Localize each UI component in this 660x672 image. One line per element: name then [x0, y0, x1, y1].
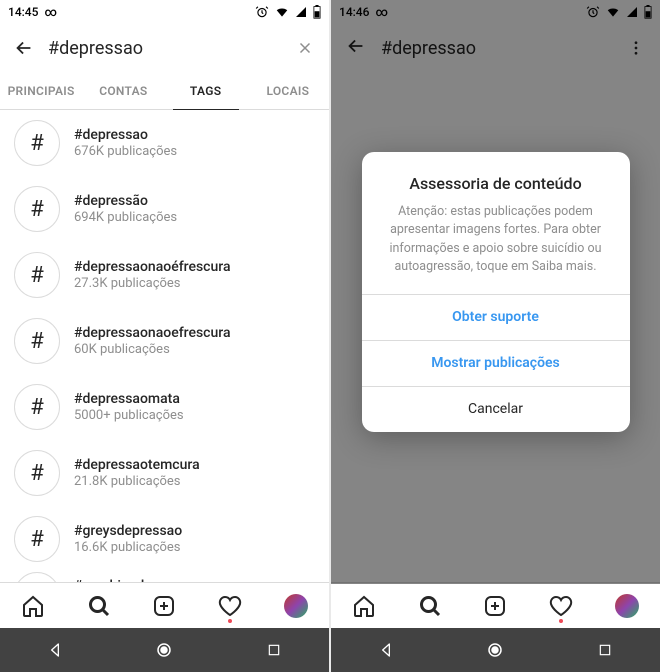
result-count: 21.8K publicações — [74, 474, 200, 489]
results-list[interactable]: # #depressao 676K publicações # #depress… — [0, 110, 329, 582]
avatar — [284, 594, 308, 618]
tab-tags[interactable]: TAGS — [165, 72, 247, 109]
result-tag: #depressao — [74, 127, 177, 143]
search-button[interactable] — [86, 593, 112, 619]
phone-screenshot-left: 14:45 ∞ #depressao PRINCI — [0, 0, 329, 672]
android-recent-button[interactable] — [264, 640, 284, 660]
result-count: 16.6K publicações — [74, 540, 182, 555]
profile-button[interactable] — [283, 593, 309, 619]
result-tag: #depressaonaoéfrescura — [74, 259, 231, 275]
list-item[interactable]: # #depressao 676K publicações — [0, 110, 329, 176]
home-button[interactable] — [20, 593, 46, 619]
search-button[interactable] — [417, 593, 443, 619]
result-count: 5000+ publicações — [74, 408, 184, 423]
list-item[interactable]: # #depressaonaoéfrescura 27.3K publicaçõ… — [0, 242, 329, 308]
android-nav-bar — [0, 628, 329, 672]
back-button[interactable] — [10, 37, 38, 59]
hashtag-icon: # — [14, 572, 60, 582]
tab-places[interactable]: LOCAIS — [247, 72, 329, 109]
modal-body-text: Atenção: estas publicações podem apresen… — [382, 203, 610, 276]
android-home-button[interactable] — [485, 640, 505, 660]
result-count: 694K publicações — [74, 210, 177, 225]
bottom-nav — [331, 582, 660, 628]
result-tag: #depressaotemcura — [74, 457, 200, 473]
list-item[interactable]: # #carabinadepressao — [0, 572, 329, 582]
result-count: 676K publicações — [74, 144, 177, 159]
modal-overlay[interactable]: Assessoria de conteúdo Atenção: estas pu… — [331, 0, 660, 584]
activity-button[interactable] — [217, 593, 243, 619]
android-nav-bar — [331, 628, 660, 672]
notification-dot-icon — [228, 619, 232, 623]
result-tag: #depressaomata — [74, 391, 184, 407]
list-item[interactable]: # #depressaomata 5000+ publicações — [0, 374, 329, 440]
show-posts-button[interactable]: Mostrar publicações — [362, 340, 630, 386]
alarm-icon — [255, 5, 269, 19]
get-support-button[interactable]: Obter suporte — [362, 294, 630, 340]
list-item[interactable]: # #depressaotemcura 21.8K publicações — [0, 440, 329, 506]
search-header: #depressao — [0, 24, 329, 72]
result-count: 27.3K publicações — [74, 276, 231, 291]
result-tag: #depressaonaoefrescura — [74, 325, 231, 341]
battery-icon — [313, 5, 321, 19]
new-post-button[interactable] — [151, 593, 177, 619]
android-recent-button[interactable] — [595, 640, 615, 660]
hashtag-icon: # — [14, 120, 60, 166]
voicemail-icon: ∞ — [44, 5, 56, 19]
search-input[interactable]: #depressao — [38, 38, 291, 59]
hashtag-icon: # — [14, 186, 60, 232]
content-advisory-modal: Assessoria de conteúdo Atenção: estas pu… — [362, 152, 630, 432]
hashtag-icon: # — [14, 450, 60, 496]
list-item[interactable]: # #depressaonaoefrescura 60K publicações — [0, 308, 329, 374]
bottom-nav — [0, 582, 329, 628]
list-item[interactable]: # #greysdepressao 16.6K publicações — [0, 506, 329, 572]
hashtag-icon: # — [14, 516, 60, 562]
android-back-button[interactable] — [45, 640, 65, 660]
cancel-button[interactable]: Cancelar — [362, 386, 630, 432]
profile-button[interactable] — [614, 593, 640, 619]
signal-icon — [295, 6, 307, 18]
clear-search-button[interactable] — [291, 39, 319, 57]
result-tag: #greysdepressao — [74, 523, 182, 539]
result-count: 60K publicações — [74, 342, 231, 357]
list-item[interactable]: # #depressão 694K publicações — [0, 176, 329, 242]
wifi-icon — [275, 5, 289, 19]
home-button[interactable] — [351, 593, 377, 619]
hashtag-icon: # — [14, 384, 60, 430]
android-back-button[interactable] — [376, 640, 396, 660]
hashtag-icon: # — [14, 318, 60, 364]
phone-screenshot-right: 14:46 ∞ #depress — [331, 0, 660, 672]
modal-title: Assessoria de conteúdo — [382, 174, 610, 193]
status-time: 14:45 — [8, 5, 38, 19]
hashtag-icon: # — [14, 252, 60, 298]
tab-top[interactable]: PRINCIPAIS — [0, 72, 82, 109]
notification-dot-icon — [559, 619, 563, 623]
result-tag: #depressão — [74, 193, 177, 209]
search-tabs: PRINCIPAIS CONTAS TAGS LOCAIS — [0, 72, 329, 110]
avatar — [615, 594, 639, 618]
new-post-button[interactable] — [482, 593, 508, 619]
status-bar: 14:45 ∞ — [0, 0, 329, 24]
tab-accounts[interactable]: CONTAS — [82, 72, 164, 109]
android-home-button[interactable] — [154, 640, 174, 660]
activity-button[interactable] — [548, 593, 574, 619]
